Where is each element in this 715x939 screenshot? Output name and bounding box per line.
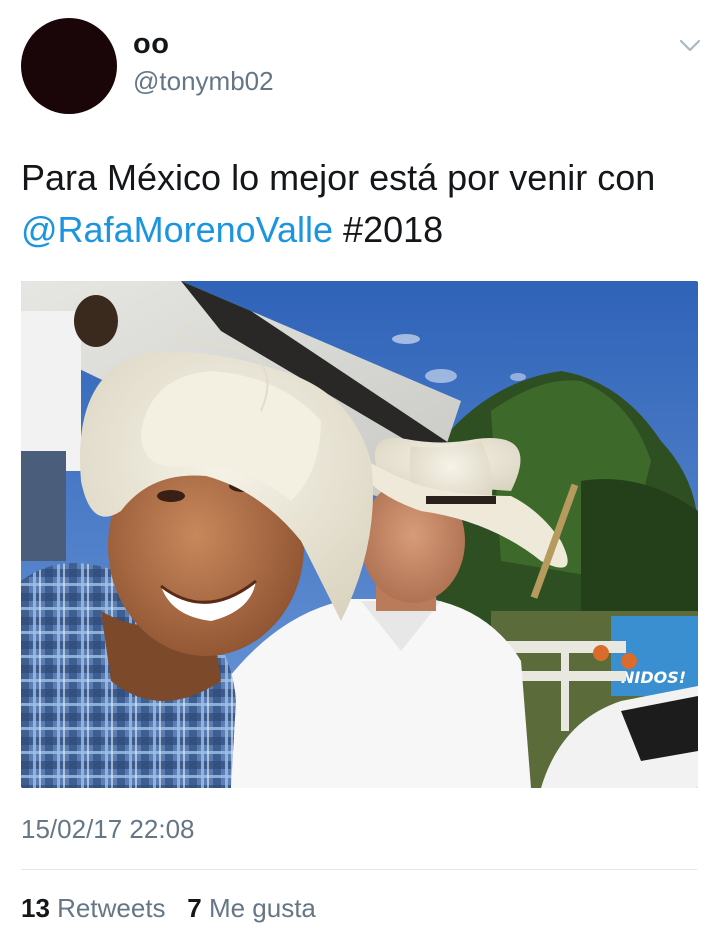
chevron-down-icon xyxy=(679,39,701,52)
avatar[interactable] xyxy=(21,18,117,114)
tweet-text-body: Para México lo mejor está por venir con xyxy=(21,157,656,198)
tweet-text: Para México lo mejor está por venir con … xyxy=(21,152,701,256)
retweets-label: Retweets xyxy=(57,893,166,923)
likes-count: 7 xyxy=(187,893,202,923)
tweet-timestamp[interactable]: 15/02/17 22:08 xyxy=(21,812,195,846)
likes-stat[interactable]: 7 Me gusta xyxy=(187,893,316,923)
retweets-stat[interactable]: 13 Retweets xyxy=(21,893,173,923)
user-handle[interactable]: @tonymb02 xyxy=(133,64,274,98)
hashtag-link[interactable]: #2018 xyxy=(343,209,443,250)
tweet-card: oo @tonymb02 Para México lo mejor está p… xyxy=(0,0,715,939)
mention-link[interactable]: @RafaMorenoValle xyxy=(21,209,333,250)
tweet-menu-button[interactable] xyxy=(676,36,704,56)
tweet-stats: 13 Retweets 7 Me gusta xyxy=(21,891,316,925)
likes-label: Me gusta xyxy=(208,893,316,923)
display-name[interactable]: oo xyxy=(133,26,169,62)
photo-banner-text: NIDOS! xyxy=(621,668,686,687)
tweet-photo[interactable]: NIDOS! xyxy=(21,281,698,788)
divider xyxy=(21,869,697,870)
photo-illustration: NIDOS! xyxy=(21,281,698,788)
retweets-count: 13 xyxy=(21,893,50,923)
